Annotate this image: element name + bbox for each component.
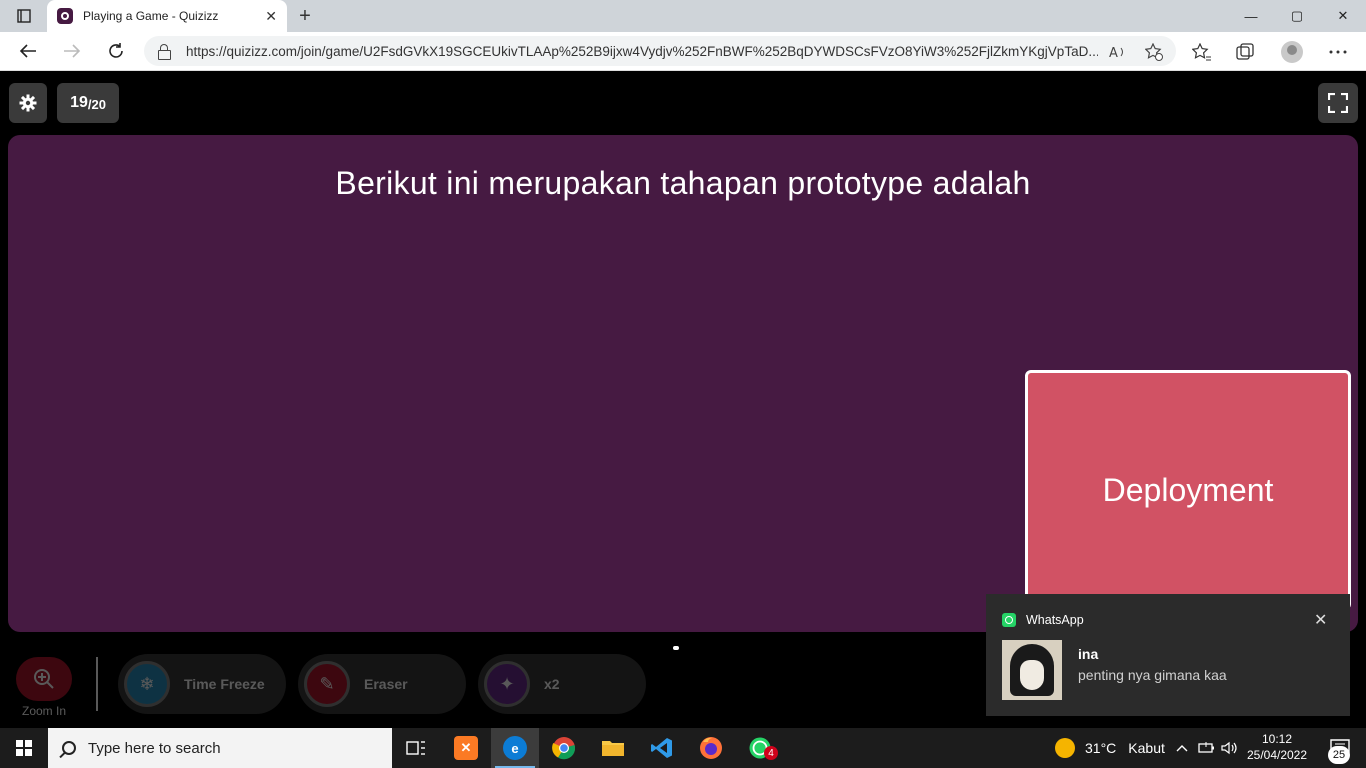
clock-date: 25/04/2022 [1246,748,1308,762]
powerup-double-points[interactable]: ✦ x2 [478,654,646,714]
xampp-icon: ✕ [454,736,478,760]
taskbar-search-box[interactable]: Type here to search [48,728,392,768]
windows-logo-icon [16,740,32,756]
powerup-eraser[interactable]: ✎ Eraser [298,654,466,714]
back-arrow-icon [19,44,36,58]
chevron-up-icon [1176,745,1188,752]
chrome-icon [552,737,576,760]
svg-text:A: A [1109,46,1118,60]
start-button[interactable] [0,728,48,768]
taskbar-file-explorer[interactable] [589,728,637,768]
total-questions: /20 [87,97,106,112]
profile-avatar-icon[interactable] [1281,41,1303,63]
more-menu-icon[interactable] [1326,40,1350,64]
windows-taskbar: Type here to search ✕ e 4 31°C Kabut 10:… [0,728,1366,768]
close-window-button[interactable]: ✕ [1320,0,1366,32]
sender-avatar [1002,640,1062,700]
weather-hazy-sun-icon [1055,738,1075,758]
edge-icon: e [503,736,527,760]
taskbar-vscode[interactable] [638,728,686,768]
whatsapp-icon [1002,613,1016,627]
taskbar-firefox[interactable] [687,728,735,768]
notification-count-badge: 25 [1328,746,1350,764]
task-view-button[interactable] [392,728,440,768]
current-question: 19 [70,94,88,111]
time-freeze-icon: ❄ [124,661,170,707]
whatsapp-notification[interactable]: WhatsApp ✕ ina penting nya gimana kaa [986,594,1350,716]
quizizz-favicon-icon [57,8,73,24]
eraser-icon: ✎ [304,661,350,707]
notification-close-icon[interactable]: ✕ [1314,610,1327,630]
search-icon [62,741,76,755]
firefox-icon [700,737,722,759]
powerup-time-freeze[interactable]: ❄ Time Freeze [118,654,286,714]
vscode-icon [651,738,672,758]
notification-message: penting nya gimana kaa [1078,667,1227,683]
double-points-icon: ✦ [484,661,530,707]
powerup-divider [96,657,98,711]
question-counter: 19/20 [57,83,119,123]
notification-app: WhatsApp [1002,613,1084,627]
taskbar-xampp[interactable]: ✕ [442,728,490,768]
tab-title: Playing a Game - Quizizz [83,9,219,23]
page-indicator-dot [673,646,679,650]
forward-arrow-icon [64,44,81,58]
powerup-label: Time Freeze [184,676,265,692]
browser-tab[interactable]: Playing a Game - Quizizz ✕ [47,0,287,32]
address-bar[interactable]: https://quizizz.com/join/game/U2FsdGVkX1… [144,36,1176,66]
weather-condition: Kabut [1128,740,1165,756]
lock-icon [158,44,171,60]
volume-button[interactable] [1220,728,1240,768]
tab-actions-button[interactable] [0,0,48,32]
refresh-button[interactable] [100,36,132,66]
browser-toolbar: https://quizizz.com/join/game/U2FsdGVkX1… [0,32,1366,71]
favorites-icon[interactable] [1190,40,1214,64]
restore-button[interactable]: ▢ [1274,0,1320,32]
browser-tab-bar: Playing a Game - Quizizz ✕ + — ▢ ✕ [0,0,1366,32]
task-view-icon [406,741,425,755]
battery-button[interactable] [1197,728,1217,768]
taskbar-clock[interactable]: 10:12 25/04/2022 [1244,731,1310,763]
powerup-label: Eraser [364,676,408,692]
zoom-in-label: Zoom In [21,704,66,718]
notification-sender: ina [1078,646,1099,662]
weather-temperature: 31°C [1085,740,1117,756]
zoom-in-button[interactable] [16,657,72,701]
back-button[interactable] [12,36,44,66]
url-text[interactable]: https://quizizz.com/join/game/U2FsdGVkX1… [186,44,1098,59]
minimize-button[interactable]: — [1228,0,1274,32]
forward-button[interactable] [56,36,88,66]
taskbar-edge[interactable]: e [491,728,539,768]
battery-icon [1198,742,1214,753]
taskbar-chrome[interactable] [540,728,588,768]
new-tab-button[interactable]: + [292,4,318,28]
refresh-icon [109,43,123,58]
whatsapp-unread-badge: 4 [764,746,778,760]
folder-icon [602,741,624,756]
fullscreen-button[interactable] [1318,83,1358,123]
weather-widget[interactable]: 31°C Kabut [1055,728,1165,768]
settings-button[interactable] [9,83,47,123]
powerup-label: x2 [544,676,560,692]
tab-actions-icon [17,9,31,23]
add-favorite-icon[interactable] [1144,42,1164,62]
fullscreen-icon [1328,93,1348,113]
show-hidden-icons-button[interactable] [1174,728,1190,768]
powerup-bar: Zoom In ❄ Time Freeze ✎ Eraser ✦ x2 [0,651,1000,721]
speaker-icon [1221,741,1237,755]
tab-close-icon[interactable]: ✕ [265,8,277,25]
gear-icon [19,94,37,112]
notification-app-name: WhatsApp [1026,613,1084,627]
answer-option[interactable]: Deployment [1025,370,1351,610]
clock-time: 10:12 [1261,732,1293,746]
question-text: Berikut ini merupakan tahapan prototype … [335,165,1031,201]
zoom-in-icon [34,669,54,689]
taskbar-whatsapp[interactable]: 4 [736,728,784,768]
search-placeholder: Type here to search [88,739,221,757]
collections-icon[interactable] [1234,40,1258,64]
read-aloud-icon[interactable]: A [1108,42,1128,62]
